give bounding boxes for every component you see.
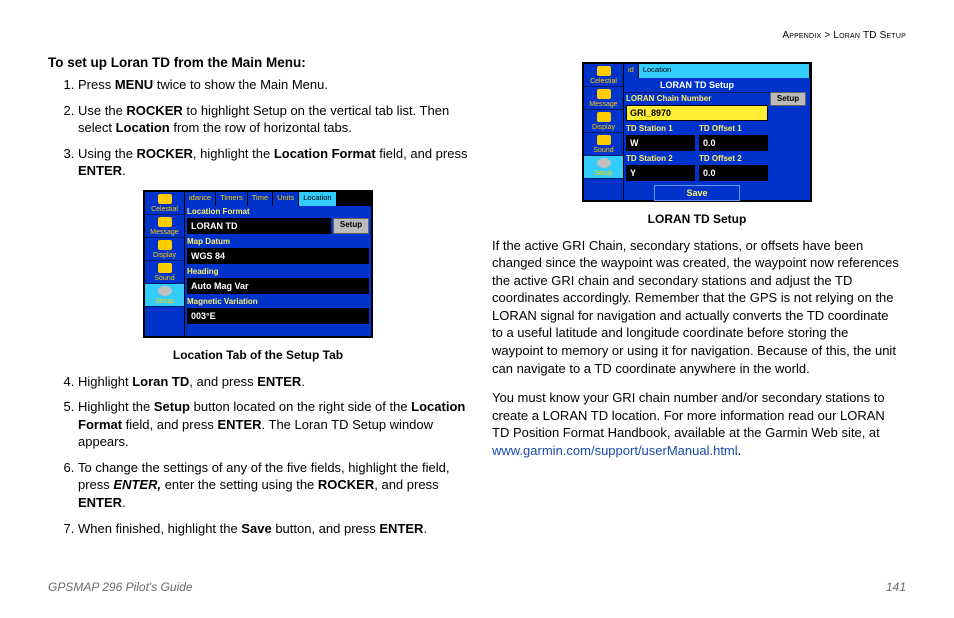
td-offset2-label: TD Offset 2 xyxy=(697,153,770,165)
step-1: Press MENU twice to show the Main Menu. xyxy=(78,76,468,94)
heading-label: Heading xyxy=(185,266,371,278)
display-icon xyxy=(597,112,611,122)
td-offset1-label: TD Offset 1 xyxy=(697,123,770,135)
setup-button-bg[interactable]: Setup xyxy=(770,92,806,106)
sidebar-item-message[interactable]: Message xyxy=(145,215,184,238)
step-7: When finished, highlight the Save button… xyxy=(78,520,468,538)
tab-row: idance Timers Time Units Location xyxy=(185,192,371,206)
page-footer: GPSMAP 296 Pilot's Guide 141 xyxy=(48,580,906,594)
sidebar-item-setup[interactable]: Setup xyxy=(584,156,623,179)
right-column: Celestial Message Display Sound Setup id… xyxy=(492,54,902,547)
sidebar-item-sound[interactable]: Sound xyxy=(145,261,184,284)
step-6: To change the settings of any of the fiv… xyxy=(78,459,468,512)
location-tab-screenshot: Celestial Message Display Sound Setup id… xyxy=(143,190,373,338)
sidebar-item-celestial[interactable]: Celestial xyxy=(145,192,184,215)
location-format-label: Location Format xyxy=(185,206,371,218)
sidebar-item-display[interactable]: Display xyxy=(584,110,623,133)
breadcrumb-section: Appendix xyxy=(782,30,821,41)
tab-location[interactable]: Location xyxy=(639,64,810,78)
loran-td-setup-title: LORAN TD Setup xyxy=(624,78,770,93)
fig2-caption: LORAN TD Setup xyxy=(492,211,902,227)
device1-sidebar: Celestial Message Display Sound Setup xyxy=(145,192,185,336)
magvar-label: Magnetic Variation xyxy=(185,296,371,308)
setup-button[interactable]: Setup xyxy=(333,218,369,234)
paragraph-2: You must know your GRI chain number and/… xyxy=(492,389,902,459)
step-4: Highlight Loran TD, and press ENTER. xyxy=(78,373,468,391)
breadcrumb-page: Loran TD Setup xyxy=(833,30,906,41)
celestial-icon xyxy=(158,194,172,204)
save-button[interactable]: Save xyxy=(654,185,740,201)
step-3: Using the ROCKER, highlight the Location… xyxy=(78,145,468,180)
footer-page-number: 141 xyxy=(886,580,906,594)
footer-guide: GPSMAP 296 Pilot's Guide xyxy=(48,580,193,594)
garmin-link[interactable]: www.garmin.com/support/userManual.html xyxy=(492,443,738,458)
map-datum-value[interactable]: WGS 84 xyxy=(187,248,369,264)
celestial-icon xyxy=(597,66,611,76)
chain-number-label: LORAN Chain Number xyxy=(624,93,770,105)
step-2: Use the ROCKER to highlight Setup on the… xyxy=(78,102,468,137)
breadcrumb-sep: > xyxy=(824,30,830,41)
left-column: To set up Loran TD from the Main Menu: P… xyxy=(48,54,468,547)
location-format-value[interactable]: LORAN TD xyxy=(187,218,331,234)
paragraph-1: If the active GRI Chain, secondary stati… xyxy=(492,237,902,377)
steps-list-b: Highlight Loran TD, and press ENTER. Hig… xyxy=(48,373,468,537)
fig1-caption: Location Tab of the Setup Tab xyxy=(48,347,468,363)
sidebar-item-celestial[interactable]: Celestial xyxy=(584,64,623,87)
tab-location[interactable]: Location xyxy=(299,192,336,206)
step-5: Highlight the Setup button located on th… xyxy=(78,398,468,451)
device2-sidebar: Celestial Message Display Sound Setup xyxy=(584,64,624,200)
sidebar-item-setup[interactable]: Setup xyxy=(145,284,184,307)
td-station1-label: TD Station 1 xyxy=(624,123,697,135)
magvar-value[interactable]: 003°E xyxy=(187,308,369,324)
tab-timers[interactable]: Timers xyxy=(216,192,248,206)
td-station2-label: TD Station 2 xyxy=(624,153,697,165)
heading-value[interactable]: Auto Mag Var xyxy=(187,278,369,294)
gear-icon xyxy=(158,286,172,296)
sound-icon xyxy=(597,135,611,145)
tab-guidance[interactable]: idance xyxy=(185,192,216,206)
tab-stub-left[interactable]: id xyxy=(624,64,639,78)
message-icon xyxy=(597,89,611,99)
sidebar-item-sound[interactable]: Sound xyxy=(584,133,623,156)
chain-number-value[interactable]: GRI_8970 xyxy=(626,105,768,121)
display-icon xyxy=(158,240,172,250)
map-datum-label: Map Datum xyxy=(185,236,371,248)
td-offset1-value[interactable]: 0.0 xyxy=(699,135,768,151)
tab-units[interactable]: Units xyxy=(273,192,299,206)
td-station1-value[interactable]: W xyxy=(626,135,695,151)
steps-list-a: Press MENU twice to show the Main Menu. … xyxy=(48,76,468,180)
td-offset2-value[interactable]: 0.0 xyxy=(699,165,768,181)
sidebar-item-display[interactable]: Display xyxy=(145,238,184,261)
loran-td-setup-screenshot: Celestial Message Display Sound Setup id… xyxy=(582,62,812,202)
breadcrumb: Appendix > Loran TD Setup xyxy=(782,30,906,41)
setup-heading: To set up Loran TD from the Main Menu: xyxy=(48,54,468,72)
gear-icon xyxy=(597,158,611,168)
td-station2-value[interactable]: Y xyxy=(626,165,695,181)
message-icon xyxy=(158,217,172,227)
sound-icon xyxy=(158,263,172,273)
sidebar-item-message[interactable]: Message xyxy=(584,87,623,110)
tab-time[interactable]: Time xyxy=(248,192,273,206)
